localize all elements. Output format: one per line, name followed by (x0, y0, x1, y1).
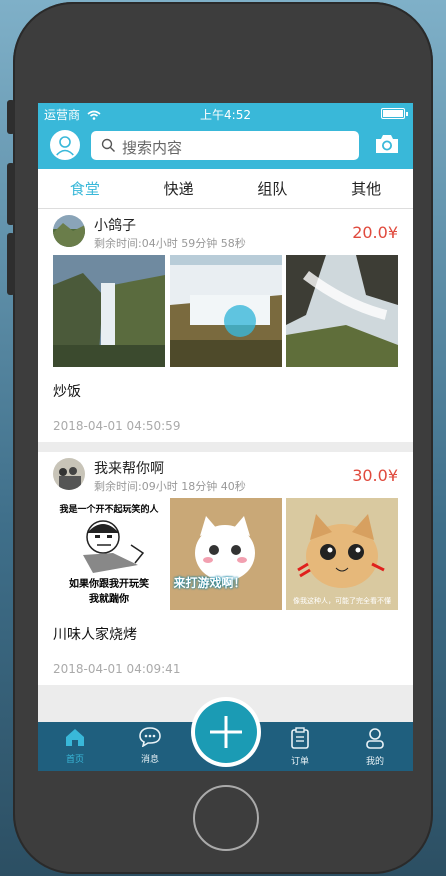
price-label: 20.0¥ (352, 223, 398, 242)
plus-icon (195, 701, 257, 763)
phone-mute-switch (7, 100, 15, 134)
tabbar-label: 我的 (365, 757, 384, 767)
remaining-time: 剩余时间:04小时 59分钟 58秒 (94, 237, 246, 250)
phone-volume-down (7, 233, 15, 295)
tab-express[interactable]: 快递 (132, 169, 226, 208)
photo-waterfall-2[interactable] (169, 255, 282, 367)
meme-bottom-text-1: 如果你跟我开玩笑 (69, 579, 149, 590)
avatar[interactable] (53, 215, 85, 247)
tabbar-orders[interactable]: 订单 (270, 727, 330, 767)
tab-other[interactable]: 其他 (319, 169, 413, 208)
post-title: 炒饭 (53, 384, 81, 400)
search-input[interactable]: 搜索内容 (91, 131, 359, 160)
post-card[interactable]: 小鸽子 剩余时间:04小时 59分钟 58秒 20.0¥ 炒饭 2018-04-… (38, 209, 413, 442)
photo-cat-2[interactable]: 像我这种人，可能了完全看不懂 (286, 498, 398, 610)
cat-caption-2: 像我这种人，可能了完全看不懂 (293, 597, 391, 605)
photo-grid: 我是一个开不起玩笑的人 如果你跟我开玩笑 我就踹你 来打游戏啊！ 像我这种人，可… (53, 498, 398, 610)
tabbar-label: 首页 (65, 755, 84, 765)
order-icon (291, 727, 309, 749)
meme-bottom-text-2: 我就踹你 (89, 594, 129, 605)
cat-caption-1: 来打游戏啊！ (173, 576, 246, 590)
tabbar-home[interactable]: 首页 (45, 727, 105, 765)
photo-waterfall-1[interactable] (53, 255, 165, 367)
post-title: 川味人家烧烤 (53, 627, 137, 643)
poster-name: 小鸽子 (94, 218, 136, 234)
category-tabs: 食堂 快递 组队 其他 (38, 169, 413, 209)
phone-volume-up (7, 163, 15, 225)
photo-grid (53, 255, 398, 367)
meme-top-text: 我是一个开不起玩笑的人 (59, 505, 159, 515)
remaining-time: 剩余时间:09小时 18分钟 40秒 (94, 480, 246, 493)
poster-name: 我来帮你啊 (94, 461, 164, 477)
tabbar-label: 消息 (140, 755, 159, 765)
post-header: 小鸽子 剩余时间:04小时 59分钟 58秒 20.0¥ (53, 209, 398, 255)
user-avatar-icon[interactable] (50, 130, 80, 160)
battery-icon (381, 108, 408, 119)
home-icon (66, 729, 84, 746)
tabbar-messages[interactable]: 消息 (120, 727, 180, 765)
meme-face-icon (83, 520, 145, 573)
status-bar: 运营商 上午4:52 (38, 103, 413, 123)
add-post-button[interactable] (191, 697, 261, 767)
camera-icon[interactable] (374, 133, 400, 155)
divider (38, 685, 413, 695)
post-card[interactable]: 我来帮你啊 剩余时间:09小时 18分钟 40秒 30.0¥ 我是一个开不起玩笑… (38, 452, 413, 685)
phone-home-button[interactable] (193, 785, 259, 851)
tab-team[interactable]: 组队 (226, 169, 320, 208)
photo-cat-1[interactable]: 来打游戏啊！ (169, 498, 282, 610)
search-placeholder: 搜索内容 (122, 139, 183, 157)
profile-icon (366, 728, 384, 749)
post-header: 我来帮你啊 剩余时间:09小时 18分钟 40秒 30.0¥ (53, 452, 398, 498)
tabbar-label: 订单 (290, 757, 309, 767)
search-icon (101, 138, 115, 152)
post-date: 2018-04-01 04:50:59 (53, 419, 181, 433)
tabbar-profile[interactable]: 我的 (345, 727, 405, 767)
post-date: 2018-04-01 04:09:41 (53, 662, 181, 676)
avatar[interactable] (53, 458, 85, 490)
photo-river[interactable] (286, 255, 398, 367)
clock: 上午4:52 (200, 108, 251, 122)
chat-icon (139, 727, 161, 748)
photo-meme[interactable]: 我是一个开不起玩笑的人 如果你跟我开玩笑 我就踹你 (53, 498, 165, 610)
tab-canteen[interactable]: 食堂 (38, 169, 132, 208)
app-screen: 运营商 上午4:52 搜索内容 食堂 快递 组队 其他 小鸽子 剩余时间:04小… (38, 103, 413, 771)
divider (38, 442, 413, 452)
top-nav-bar: 搜索内容 (38, 123, 413, 169)
price-label: 30.0¥ (352, 466, 398, 485)
